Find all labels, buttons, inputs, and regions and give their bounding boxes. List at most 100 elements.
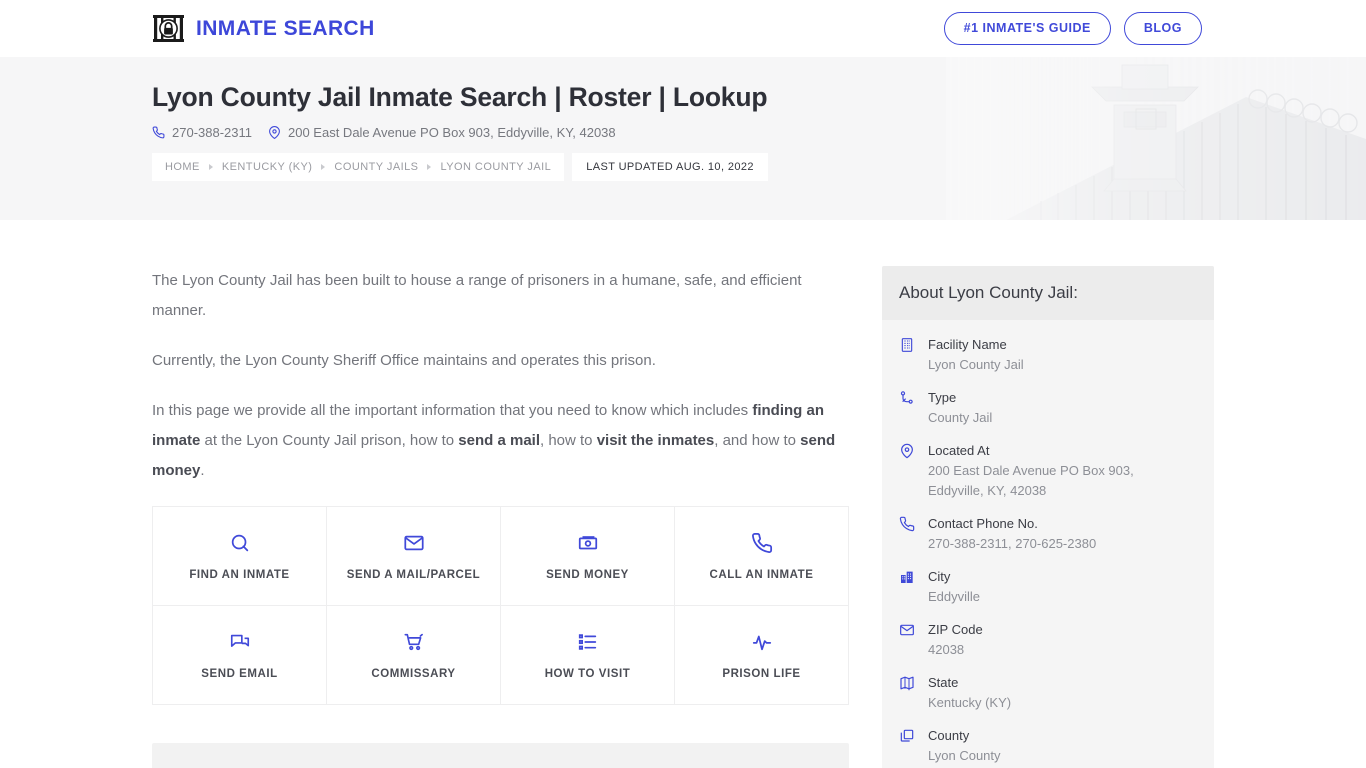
tile-label: SEND MONEY — [546, 568, 629, 581]
envelope-icon — [899, 620, 917, 660]
breadcrumb-bar: HOME KENTUCKY (KY) COUNTY JAILS LYON COU… — [152, 152, 1366, 181]
intro-paragraph-3: In this page we provide all the importan… — [152, 396, 850, 486]
about-row-county: County Lyon County — [899, 726, 1196, 766]
city-icon — [899, 567, 917, 607]
about-row-label: Contact Phone No. — [928, 516, 1038, 531]
map-icon — [899, 673, 917, 713]
chevron-right-icon — [208, 163, 213, 170]
breadcrumb-item-county-jails[interactable]: COUNTY JAILS — [334, 161, 418, 173]
breadcrumb: HOME KENTUCKY (KY) COUNTY JAILS LYON COU… — [152, 152, 565, 181]
about-row-label: State — [928, 675, 959, 690]
tile-send-email[interactable]: SEND EMAIL — [153, 606, 327, 705]
tile-label: SEND A MAIL/PARCEL — [346, 568, 481, 581]
phone-icon — [152, 126, 165, 139]
about-row-label: Facility Name — [928, 337, 1007, 352]
hero-phone[interactable]: 270-388-2311 — [152, 125, 252, 140]
intro-paragraph-1: The Lyon County Jail has been built to h… — [152, 266, 850, 326]
tile-commissary[interactable]: COMMISSARY — [327, 606, 501, 705]
about-row-city: City Eddyville — [899, 567, 1196, 607]
page-title: Lyon County Jail Inmate Search | Roster … — [152, 82, 768, 112]
about-row-label: Type — [928, 390, 957, 405]
about-row-label: Located At — [928, 443, 990, 458]
breadcrumb-item-home[interactable]: HOME — [165, 161, 200, 173]
pulse-icon — [751, 631, 773, 653]
inmates-guide-button[interactable]: #1 INMATE'S GUIDE — [943, 12, 1111, 45]
breadcrumb-item-lyon-county-jail[interactable]: LYON COUNTY JAIL — [440, 161, 551, 173]
map-pin-icon — [268, 125, 281, 139]
map-pin-icon — [899, 441, 917, 501]
chevron-right-icon — [321, 163, 326, 170]
emphasised-text: send a mail — [458, 432, 540, 449]
body-text: , and how to — [714, 432, 801, 449]
body-text: In this page we provide all the importan… — [152, 402, 753, 419]
about-row-zip-code: ZIP Code 42038 — [899, 620, 1196, 660]
emphasised-text: visit the inmates — [596, 432, 715, 449]
hero-phone-text: 270-388-2311 — [172, 124, 252, 140]
body-text: The Lyon County Jail has been built to h… — [152, 272, 802, 319]
main-content: The Lyon County Jail has been built to h… — [152, 266, 850, 768]
below-fold-panel — [152, 743, 849, 768]
copy-icon — [899, 726, 917, 766]
jail-padlock-logo-icon — [152, 12, 185, 45]
quick-links-grid: FIND AN INMATE SEND A MAIL/PARCEL SEND M… — [152, 506, 849, 705]
blog-button[interactable]: BLOG — [1123, 12, 1202, 45]
about-row-facility-name: Facility Name Lyon County Jail — [899, 335, 1196, 375]
page-body: The Lyon County Jail has been built to h… — [0, 220, 1366, 768]
about-row-value: 200 East Dale Avenue PO Box 903, Eddyvil… — [928, 463, 1134, 498]
breadcrumb-item-kentucky[interactable]: KENTUCKY (KY) — [222, 161, 313, 173]
tile-how-to-visit[interactable]: HOW TO VISIT — [501, 606, 675, 705]
list-icon — [577, 631, 599, 653]
envelope-icon — [403, 532, 425, 554]
search-icon — [229, 532, 251, 554]
body-text: Currently, the Lyon County Sheriff Offic… — [152, 352, 656, 369]
body-text: , how to — [540, 432, 597, 449]
tile-label: COMMISSARY — [371, 667, 456, 680]
tile-label: HOW TO VISIT — [544, 667, 631, 680]
about-row-label: ZIP Code — [928, 622, 983, 637]
banknote-icon — [577, 532, 599, 554]
about-row-value: Lyon County — [928, 748, 1001, 763]
tile-label: FIND AN INMATE — [189, 568, 290, 581]
top-navbar: INMATE SEARCH #1 INMATE'S GUIDE BLOG — [0, 0, 1366, 57]
about-row-value: 270-388-2311, 270-625-2380 — [928, 536, 1097, 551]
tile-label: CALL AN INMATE — [709, 568, 814, 581]
tile-prison-life[interactable]: PRISON LIFE — [675, 606, 849, 705]
about-row-value: Kentucky (KY) — [928, 695, 1012, 710]
about-row-label: City — [928, 569, 951, 584]
hero-address-text: 200 East Dale Avenue PO Box 903, Eddyvil… — [288, 124, 616, 140]
tile-call-an-inmate[interactable]: CALL AN INMATE — [675, 507, 849, 606]
building-icon — [899, 335, 917, 375]
tile-send-a-mail-parcel[interactable]: SEND A MAIL/PARCEL — [327, 507, 501, 606]
intro-paragraph-2: Currently, the Lyon County Sheriff Offic… — [152, 346, 850, 376]
phone-icon — [899, 514, 917, 554]
body-text: at the Lyon County Jail prison, how to — [200, 432, 459, 449]
about-row-located-at: Located At 200 East Dale Avenue PO Box 9… — [899, 441, 1196, 501]
about-sidebar: About Lyon County Jail: Facility Name Ly… — [882, 266, 1214, 768]
last-updated-badge: LAST UPDATED AUG. 10, 2022 — [572, 152, 768, 181]
about-row-value: County Jail — [928, 410, 993, 425]
network-icon — [899, 388, 917, 428]
about-row-value: Lyon County Jail — [928, 357, 1024, 372]
tile-label: PRISON LIFE — [722, 667, 801, 680]
tile-label: SEND EMAIL — [201, 667, 278, 680]
about-row-value: Eddyville — [928, 589, 981, 604]
about-row-type: Type County Jail — [899, 388, 1196, 428]
about-row-value: 42038 — [928, 642, 965, 657]
about-row-contact-phone: Contact Phone No. 270-388-2311, 270-625-… — [899, 514, 1196, 554]
chevron-right-icon — [427, 163, 432, 170]
shopping-cart-icon — [403, 631, 425, 653]
tile-find-an-inmate[interactable]: FIND AN INMATE — [153, 507, 327, 606]
about-row-state: State Kentucky (KY) — [899, 673, 1196, 713]
chat-bubbles-icon — [229, 631, 251, 653]
tile-send-money[interactable]: SEND MONEY — [501, 507, 675, 606]
about-sidebar-heading: About Lyon County Jail: — [882, 266, 1214, 320]
brand-logo-link[interactable]: INMATE SEARCH — [152, 12, 375, 45]
body-text: . — [200, 462, 205, 479]
phone-icon — [751, 532, 773, 554]
hero-address: 200 East Dale Avenue PO Box 903, Eddyvil… — [268, 125, 616, 140]
brand-name: INMATE SEARCH — [196, 16, 375, 40]
hero-banner: Lyon County Jail Inmate Search | Roster … — [0, 57, 1366, 220]
hero-contact-meta: 270-388-2311 200 East Dale Avenue PO Box… — [152, 125, 1366, 140]
about-row-label: County — [928, 728, 970, 743]
navbar-actions: #1 INMATE'S GUIDE BLOG — [943, 12, 1202, 45]
